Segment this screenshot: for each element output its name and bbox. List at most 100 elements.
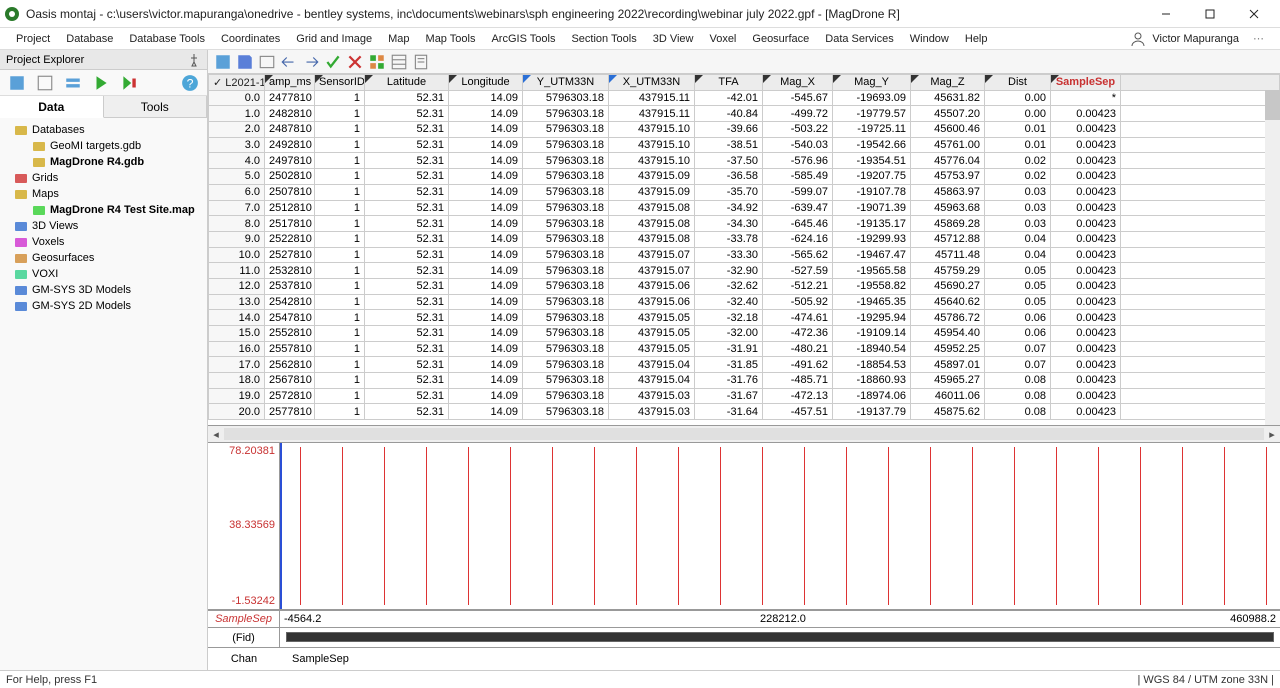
cell[interactable]: 5796303.18 (523, 310, 609, 326)
cell[interactable]: 52.31 (365, 153, 449, 169)
tab-tools[interactable]: Tools (104, 96, 208, 117)
menu-database[interactable]: Database (58, 31, 121, 47)
cell[interactable]: 2562810 (265, 357, 315, 373)
cell[interactable]: 2522810 (265, 231, 315, 247)
cell[interactable]: -505.92 (763, 294, 833, 310)
cell[interactable]: 5796303.18 (523, 231, 609, 247)
cell[interactable]: 0.08 (985, 373, 1051, 389)
user-area[interactable]: Victor Mapuranga ⋯ (1130, 31, 1272, 47)
cell[interactable]: 45897.01 (911, 357, 985, 373)
cell[interactable]: -31.76 (695, 373, 763, 389)
cell[interactable]: -474.61 (763, 310, 833, 326)
cell[interactable]: 52.31 (365, 341, 449, 357)
cell[interactable]: 45753.97 (911, 169, 985, 185)
cell[interactable]: 5796303.18 (523, 247, 609, 263)
cell[interactable]: -42.01 (695, 90, 763, 106)
cell[interactable]: 0.00423 (1051, 278, 1121, 294)
cell[interactable]: 0.05 (985, 294, 1051, 310)
cell[interactable]: 14.09 (449, 122, 523, 138)
cell[interactable]: 0.00423 (1051, 137, 1121, 153)
cell[interactable]: 0.00423 (1051, 153, 1121, 169)
cell[interactable]: 7.0 (209, 200, 265, 216)
menu-coordinates[interactable]: Coordinates (213, 31, 288, 47)
cell[interactable]: 0.05 (985, 278, 1051, 294)
cell[interactable]: 0.00423 (1051, 247, 1121, 263)
cell[interactable]: 0.01 (985, 137, 1051, 153)
tree-item[interactable]: MagDrone R4 Test Site.map (0, 202, 207, 218)
cell[interactable]: 0.03 (985, 200, 1051, 216)
cell[interactable]: 437915.10 (609, 137, 695, 153)
cell[interactable]: 2527810 (265, 247, 315, 263)
cell[interactable]: 0.00423 (1051, 294, 1121, 310)
cell[interactable]: 2482810 (265, 106, 315, 122)
cell[interactable]: 52.31 (365, 90, 449, 106)
cell[interactable]: 45869.28 (911, 216, 985, 232)
cell[interactable]: 14.09 (449, 341, 523, 357)
cell[interactable]: 0.00423 (1051, 357, 1121, 373)
cell[interactable]: 1 (315, 231, 365, 247)
table-row[interactable]: 16.02557810152.3114.095796303.18437915.0… (209, 341, 1280, 357)
cell[interactable]: -527.59 (763, 263, 833, 279)
cell[interactable]: 14.09 (449, 388, 523, 404)
cell[interactable]: 1 (315, 373, 365, 389)
cell[interactable]: -18940.54 (833, 341, 911, 357)
cell[interactable]: -19071.39 (833, 200, 911, 216)
cell[interactable]: 0.05 (985, 263, 1051, 279)
cell[interactable]: 52.31 (365, 278, 449, 294)
cell[interactable]: -19107.78 (833, 184, 911, 200)
cell[interactable]: 46011.06 (911, 388, 985, 404)
table-row[interactable]: 15.02552810152.3114.095796303.18437915.0… (209, 326, 1280, 342)
cell[interactable]: 0.00423 (1051, 341, 1121, 357)
table-row[interactable]: 17.02562810152.3114.095796303.18437915.0… (209, 357, 1280, 373)
cell[interactable]: 0.02 (985, 153, 1051, 169)
cell[interactable]: -37.50 (695, 153, 763, 169)
cell[interactable]: 14.09 (449, 310, 523, 326)
cell[interactable]: -40.84 (695, 106, 763, 122)
table-row[interactable]: 8.02517810152.3114.095796303.18437915.08… (209, 216, 1280, 232)
cell[interactable]: 45776.04 (911, 153, 985, 169)
cell[interactable]: 0.00423 (1051, 310, 1121, 326)
cell[interactable]: 52.31 (365, 137, 449, 153)
cell[interactable]: 1 (315, 388, 365, 404)
cell[interactable]: 437915.06 (609, 294, 695, 310)
line-header[interactable]: ✓ L2021-12- (209, 75, 265, 91)
cell[interactable]: 1 (315, 310, 365, 326)
cell[interactable]: -19135.17 (833, 216, 911, 232)
help-icon[interactable]: ? (181, 74, 199, 92)
cell[interactable]: -31.85 (695, 357, 763, 373)
cell[interactable]: 52.31 (365, 200, 449, 216)
cell[interactable]: 0.04 (985, 231, 1051, 247)
cell[interactable]: 5796303.18 (523, 294, 609, 310)
cell[interactable]: 5796303.18 (523, 373, 609, 389)
cell[interactable]: 0.00423 (1051, 200, 1121, 216)
cell[interactable]: 5796303.18 (523, 106, 609, 122)
cell[interactable]: 437915.06 (609, 278, 695, 294)
menu-map-tools[interactable]: Map Tools (418, 31, 484, 47)
table-row[interactable]: 19.02572810152.3114.095796303.18437915.0… (209, 388, 1280, 404)
cell[interactable]: 0.00423 (1051, 404, 1121, 420)
cell[interactable]: 437915.09 (609, 184, 695, 200)
cell[interactable]: 45600.46 (911, 122, 985, 138)
cell[interactable]: -19137.79 (833, 404, 911, 420)
col-y_utm33n[interactable]: Y_UTM33N (523, 75, 609, 91)
cell[interactable]: 45952.25 (911, 341, 985, 357)
cell[interactable]: -19565.58 (833, 263, 911, 279)
cell[interactable]: 437915.04 (609, 373, 695, 389)
col-samplesep[interactable]: SampleSep (1051, 75, 1121, 91)
table-row[interactable]: 13.02542810152.3114.095796303.18437915.0… (209, 294, 1280, 310)
cell[interactable]: 2492810 (265, 137, 315, 153)
cell[interactable]: 1 (315, 184, 365, 200)
cell[interactable]: 0.00423 (1051, 231, 1121, 247)
cell[interactable]: 1 (315, 169, 365, 185)
cell[interactable]: -585.49 (763, 169, 833, 185)
cell[interactable]: -19207.75 (833, 169, 911, 185)
cell[interactable]: -599.07 (763, 184, 833, 200)
cell[interactable]: 52.31 (365, 373, 449, 389)
table-row[interactable]: 4.02497810152.3114.095796303.18437915.10… (209, 153, 1280, 169)
cell[interactable]: 14.09 (449, 184, 523, 200)
cell[interactable]: -18860.93 (833, 373, 911, 389)
cell[interactable]: 5796303.18 (523, 263, 609, 279)
menu-arcgis-tools[interactable]: ArcGIS Tools (483, 31, 563, 47)
menu-geosurface[interactable]: Geosurface (744, 31, 817, 47)
cell[interactable]: -645.46 (763, 216, 833, 232)
